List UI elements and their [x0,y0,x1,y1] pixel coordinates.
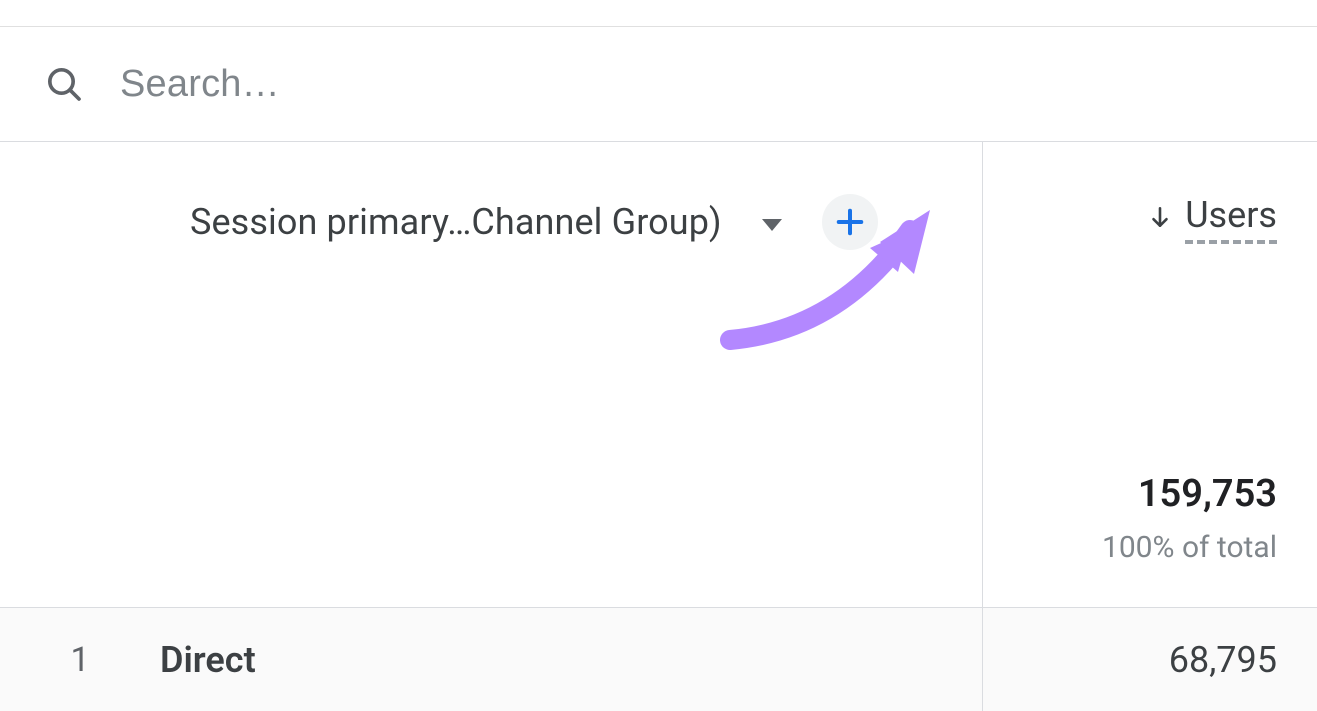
row-index: 1 [0,640,160,680]
metric-total: 159,753 100% of total [1102,472,1277,565]
table-header-row: Session primary…Channel Group) Users 159… [0,142,1317,607]
search-bar [0,27,1317,141]
metric-total-value: 159,753 [1102,472,1277,516]
chevron-down-icon[interactable] [762,219,782,231]
search-icon [40,60,88,108]
dimension-selector[interactable]: Session primary…Channel Group) [190,194,966,250]
metric-total-subtext: 100% of total [1102,530,1277,565]
row-dimension-value: Direct [160,639,256,681]
row-metric-value: 68,795 [983,639,1317,681]
dimension-header-cell: Session primary…Channel Group) [0,142,983,607]
metric-sort-header[interactable]: Users [1147,194,1277,244]
plus-icon [835,207,865,237]
add-dimension-button[interactable] [822,194,878,250]
sort-desc-icon [1147,204,1173,234]
dimension-label: Session primary…Channel Group) [190,201,722,243]
metric-header-cell: Users 159,753 100% of total [983,142,1317,607]
metric-name-label: Users [1185,194,1277,244]
table-row[interactable]: 1 Direct 68,795 [0,608,1317,711]
search-input[interactable] [120,63,920,106]
